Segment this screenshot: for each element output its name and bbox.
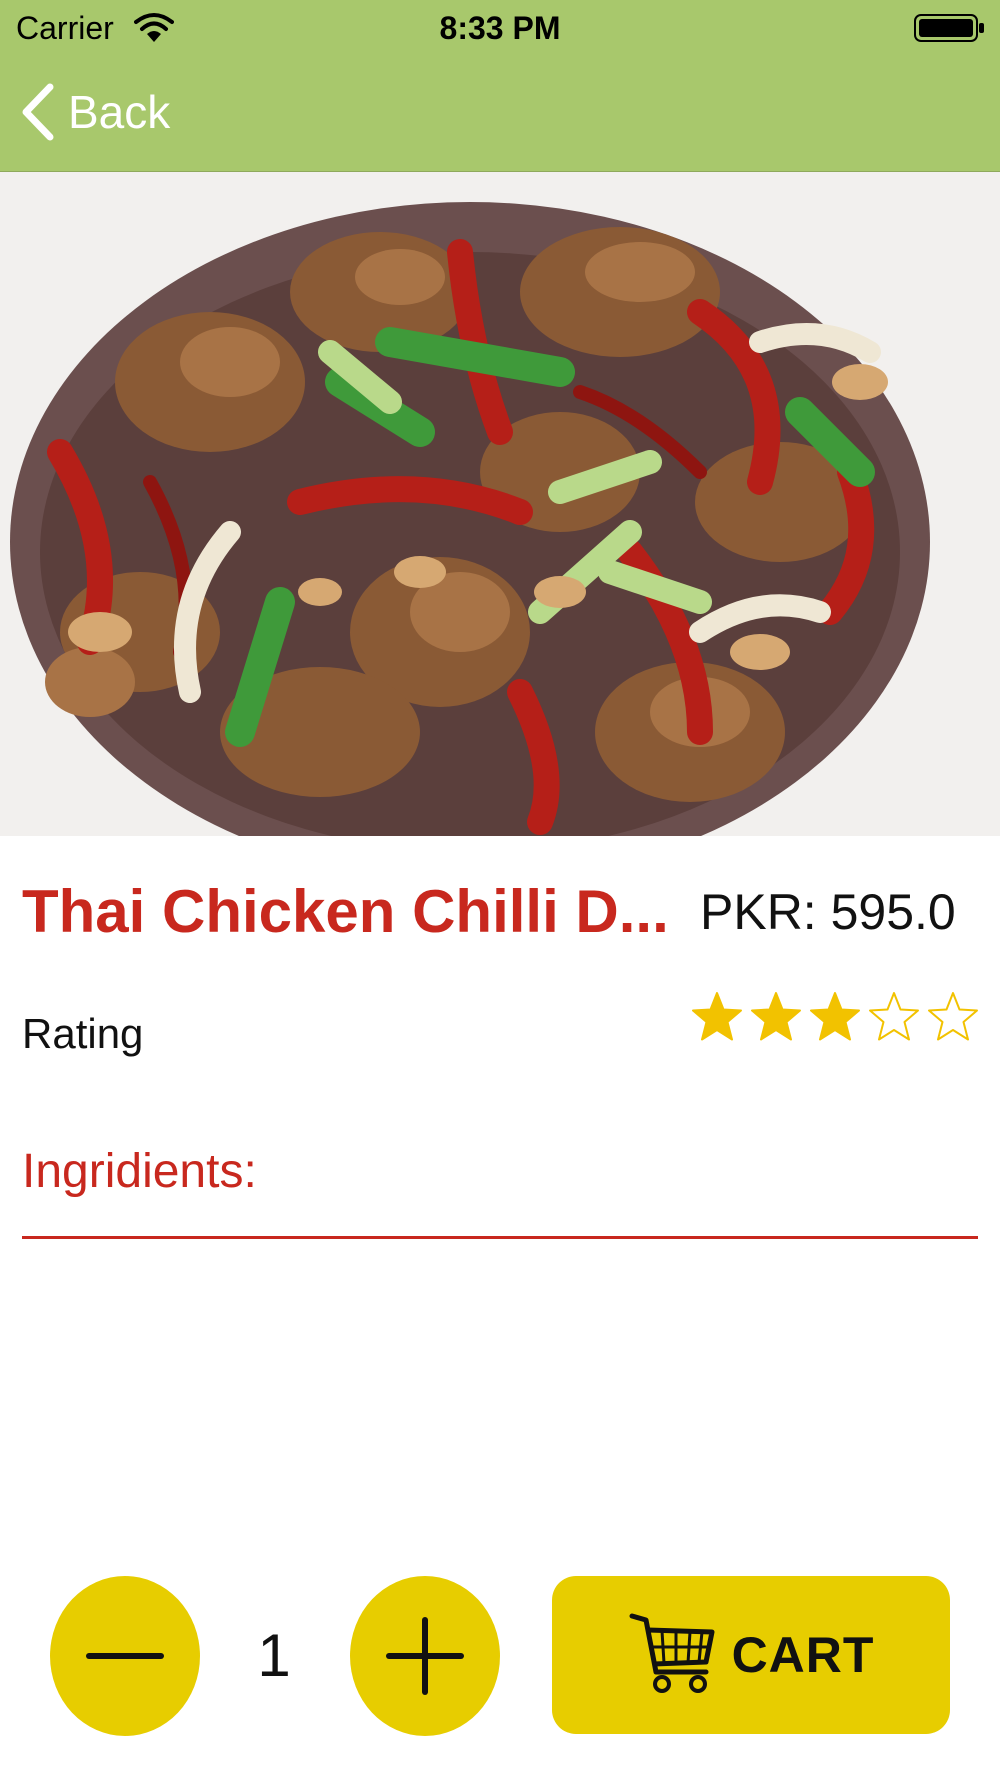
status-bar: Carrier 8:33 PM (0, 0, 1000, 56)
ingredients-heading: Ingridients: (22, 1145, 257, 1198)
star-outline-icon[interactable] (926, 990, 980, 1044)
add-to-cart-button[interactable]: CART (552, 1576, 950, 1734)
cart-label: CART (731, 1627, 875, 1683)
quantity-value: 1 (257, 1622, 291, 1689)
plus-icon (386, 1617, 464, 1695)
shopping-cart-icon (629, 1613, 715, 1693)
dish-price: PKR: 595.0 (700, 884, 956, 940)
star-filled-icon[interactable] (749, 990, 803, 1044)
back-label: Back (68, 86, 171, 138)
ingredients-divider (22, 1236, 978, 1239)
star-outline-icon[interactable] (867, 990, 921, 1044)
status-time: 8:33 PM (439, 10, 561, 46)
decrease-quantity-button[interactable] (50, 1576, 200, 1736)
chevron-left-icon (22, 83, 54, 141)
rating-label: Rating (22, 1010, 144, 1057)
product-image (0, 172, 1000, 836)
navigation-bar: Back (0, 56, 1000, 172)
back-button[interactable]: Back (18, 80, 170, 144)
star-rating[interactable] (690, 990, 980, 1052)
battery-icon (914, 12, 986, 44)
star-filled-icon[interactable] (690, 990, 744, 1044)
dish-title: Thai Chicken Chilli D... (22, 878, 669, 945)
increase-quantity-button[interactable] (350, 1576, 500, 1736)
star-filled-icon[interactable] (808, 990, 862, 1044)
minus-icon (86, 1653, 164, 1659)
